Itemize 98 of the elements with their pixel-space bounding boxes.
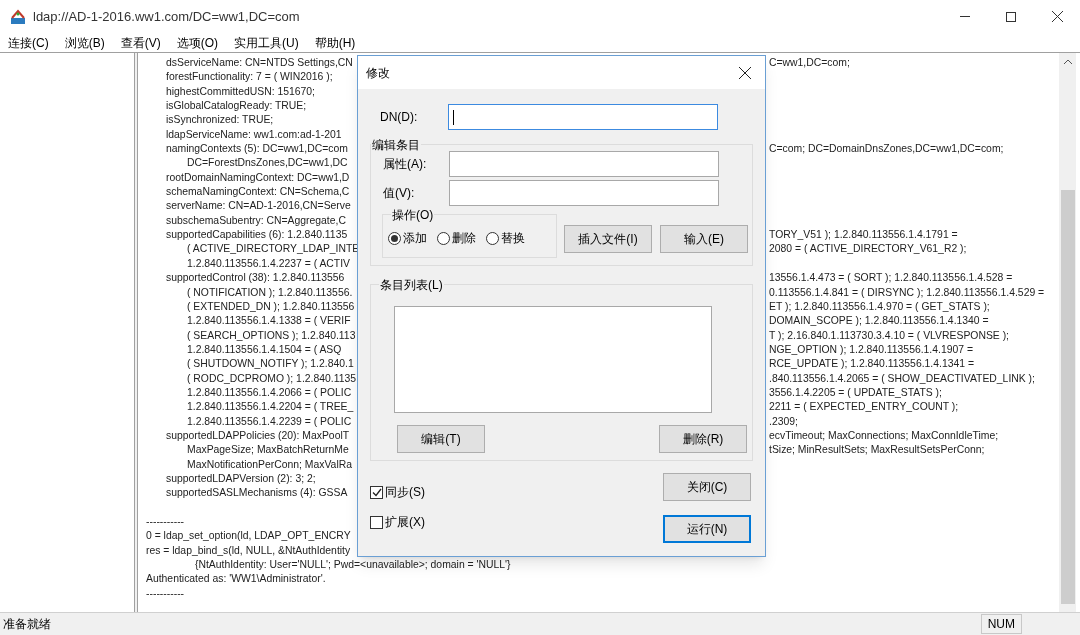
status-text: 准备就绪 <box>3 616 51 633</box>
checkbox-label: 同步(S) <box>385 484 425 501</box>
dn-input-field[interactable] <box>448 104 718 130</box>
dialog-button[interactable]: 编辑(T) <box>397 425 485 453</box>
checkbox[interactable] <box>370 485 383 499</box>
field-label: DN(D): <box>379 109 419 126</box>
dialog-button[interactable]: 运行(N) <box>663 515 751 543</box>
radio-label: 添加 <box>403 230 427 247</box>
output-line: ET ); 1.2.840.113556.1.4.970 = ( GET_STATS ); <box>769 299 990 314</box>
text-cursor <box>453 109 454 125</box>
output-line: ----------- <box>145 515 185 529</box>
dialog-button[interactable]: 输入(E) <box>660 225 748 253</box>
output-line: ecvTimeout; MaxConnections; MaxConnIdleTime; <box>769 428 999 443</box>
group-title: 编辑条目 <box>371 136 421 154</box>
output-line: 3556.1.4.2205 = ( UPDATE_STATS ); <box>769 385 942 400</box>
dialog-title: 修改 <box>366 64 390 82</box>
output-line: serverName: CN=AD-1-2016,CN=Serve <box>165 199 351 214</box>
output-line: forestFunctionality: 7 = ( WIN2016 ); <box>165 70 333 85</box>
output-line: 2080 = ( ACTIVE_DIRECTORY_V61_R2 ); <box>769 242 967 257</box>
output-line: TORY_V51 ); 1.2.840.113556.1.4.1791 = <box>769 228 958 243</box>
radio-button[interactable] <box>388 231 401 245</box>
output-line: 2211 = ( EXPECTED_ENTRY_COUNT ); <box>769 400 959 415</box>
output-line: .2309; <box>769 414 798 429</box>
output-line: 1.2.840.113556.1.4.2066 = ( POLIC <box>186 385 352 400</box>
output-line: 1.2.840.113556.1.4.2237 = ( ACTIV <box>186 256 350 271</box>
dialog-button[interactable]: 删除(R) <box>659 425 747 453</box>
output-line: {NtAuthIdentity: User='NULL'; Pwd=<unavailable>; domain = 'NULL'} <box>194 558 511 573</box>
menu-item[interactable]: 实用工具(U) <box>229 33 304 52</box>
output-line: NGE_OPTION ); 1.2.840.113556.1.4.1907 = <box>769 342 973 357</box>
radio-button[interactable] <box>437 231 450 245</box>
scrollbar[interactable] <box>1059 53 1076 612</box>
radio-label: 删除 <box>452 230 476 247</box>
output-line: res = ldap_bind_s(ld, NULL, &NtAuthIdentity <box>145 543 351 558</box>
radio-button[interactable] <box>486 231 499 245</box>
output-line: supportedControl (38): 1.2.840.113556 <box>165 271 345 286</box>
output-line: subschemaSubentry: CN=Aggregate,C <box>165 213 346 228</box>
output-line: 1.2.840.113556.1.4.1504 = ( ASQ <box>186 342 342 357</box>
output-line: MaxNotificationPerConn; MaxValRa <box>186 457 352 472</box>
app-icon <box>10 8 26 25</box>
output-line: isGlobalCatalogReady: TRUE; <box>165 99 307 114</box>
scroll-thumb[interactable] <box>1060 190 1075 604</box>
output-line: highestCommittedUSN: 151670; <box>165 84 315 99</box>
output-line: rootDomainNamingContext: DC=ww1,D <box>165 170 350 185</box>
output-line: supportedCapabilities (6): 1.2.840.1135 <box>165 228 348 243</box>
output-line: 1.2.840.113556.1.4.1338 = ( VERIF <box>186 314 351 329</box>
menu-item[interactable]: 查看(V) <box>115 33 166 52</box>
minimize-icon <box>960 16 970 17</box>
output-line: isSynchronized: TRUE; <box>165 113 274 128</box>
menu-item[interactable]: 选项(O) <box>171 33 223 52</box>
output-line: supportedSASLMechanisms (4): GSSA <box>165 486 348 501</box>
output-line: ( RODC_DCPROMO ); 1.2.840.1135 <box>186 371 356 386</box>
output-line: dsServiceName: CN=NTDS Settings,CN <box>165 56 353 70</box>
output-line: MaxPageSize; MaxBatchReturnMe <box>186 443 349 458</box>
dialog-button[interactable]: 关闭(C) <box>663 473 751 501</box>
menu-item[interactable]: 浏览(B) <box>59 33 110 52</box>
group-title: 操作(O) <box>391 206 435 224</box>
output-line: C=com; DC=DomainDnsZones,DC=ww1,DC=com; <box>769 142 1004 157</box>
output-line: ( ACTIVE_DIRECTORY_LDAP_INTE <box>186 242 360 257</box>
scroll-up-icon[interactable] <box>1063 59 1072 64</box>
field-label: 属性(A): <box>383 156 428 173</box>
value-input-field[interactable] <box>449 180 719 206</box>
window-title: ldap://AD-1-2016.ww1.com/DC=ww1,DC=com <box>33 7 300 26</box>
output-line: tSize; MinResultSets; MaxResultSetsPerConn; <box>769 443 985 458</box>
close-icon <box>739 66 751 79</box>
output-line: T ); 2.16.840.1.113730.3.4.10 = ( VLVRESPONSE ); <box>769 328 1009 343</box>
output-line: ( EXTENDED_DN ); 1.2.840.113556 <box>186 299 355 314</box>
dialog-button[interactable]: 插入文件(I) <box>564 225 652 253</box>
checkbox-label: 扩展(X) <box>385 514 425 531</box>
group-title: 条目列表(L) <box>379 276 444 294</box>
output-line: C=ww1,DC=com; <box>769 56 850 70</box>
close-icon <box>1051 11 1063 22</box>
output-line: ----------- <box>145 586 185 601</box>
output-line: DOMAIN_SCOPE ); 1.2.840.113556.1.4.1340 = <box>769 314 989 329</box>
status-indicator: NUM <box>980 614 1022 634</box>
output-line: 1.2.840.113556.1.4.2239 = ( POLIC <box>186 414 352 429</box>
output-line: supportedLDAPVersion (2): 3; 2; <box>165 471 316 486</box>
output-line: DC=ForestDnsZones,DC=ww1,DC <box>186 156 348 171</box>
output-line: 13556.1.4.473 = ( SORT ); 1.2.840.113556.1.4.528 = <box>769 271 1013 286</box>
output-line: schemaNamingContext: CN=Schema,C <box>165 185 350 200</box>
maximize-icon <box>1006 11 1016 22</box>
radio-label: 替换 <box>501 230 525 247</box>
output-line: 0.113556.1.4.841 = ( DIRSYNC ); 1.2.840.113556.1.4.529 = <box>769 285 1045 300</box>
output-line: namingContexts (5): DC=ww1,DC=com <box>165 142 348 157</box>
menu-item[interactable]: 连接(C) <box>3 33 54 52</box>
output-line: RCE_UPDATE ); 1.2.840.113556.1.4.1341 = <box>769 357 974 372</box>
output-line: ( NOTIFICATION ); 1.2.840.113556. <box>186 285 353 300</box>
output-line: Authenticated as: 'WW1\Administrator'. <box>145 572 326 587</box>
field-label: 值(V): <box>383 185 416 202</box>
output-line: 1.2.840.113556.1.4.2204 = ( TREE_ <box>186 400 354 415</box>
output-line: 0 = ldap_set_option(ld, LDAP_OPT_ENCRY <box>145 529 351 544</box>
output-line: supportedLDAPPolicies (20): MaxPoolT <box>165 428 350 443</box>
attribute-input-field[interactable] <box>449 151 719 177</box>
checkbox[interactable] <box>370 515 383 529</box>
output-line: ( SEARCH_OPTIONS ); 1.2.840.113 <box>186 328 356 343</box>
output-line: ldapServiceName: ww1.com:ad-1-201 <box>165 127 342 142</box>
output-line: .840.113556.1.4.2065 = ( SHOW_DEACTIVATED_LINK ); <box>769 371 1035 386</box>
output-line: ( SHUTDOWN_NOTIFY ); 1.2.840.1 <box>186 357 354 372</box>
menu-item[interactable]: 帮助(H) <box>309 33 361 52</box>
